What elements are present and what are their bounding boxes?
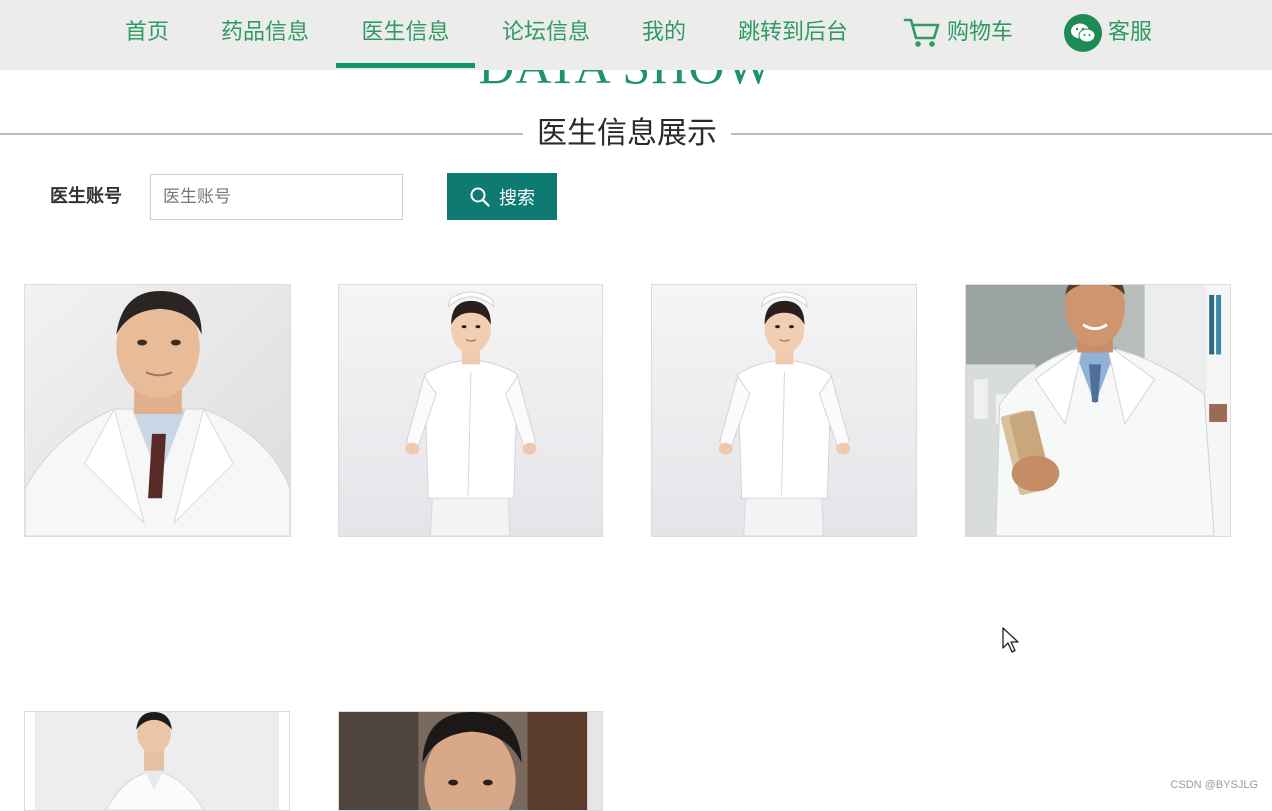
doctor-card[interactable]	[24, 284, 291, 537]
doctor-card[interactable]	[651, 284, 917, 537]
nav-item-label: 跳转到后台	[737, 20, 848, 45]
top-nav: 首页 药品信息 医生信息 论坛信息 我的 跳转到后台 购物车 客服	[0, 0, 1272, 70]
nav-item-forum-info[interactable]: 论坛信息	[495, 0, 597, 66]
nav-item-label: 我的	[641, 20, 686, 45]
nav-item-label: 药品信息	[220, 20, 309, 45]
nav-item-label: 首页	[124, 20, 169, 45]
doctor-card[interactable]	[965, 284, 1231, 537]
search-button[interactable]: 搜索	[447, 173, 557, 220]
doctor-photo	[339, 285, 602, 536]
divider-left	[0, 133, 523, 135]
page-title: 医生信息展示	[537, 116, 717, 151]
nav-item-mine[interactable]: 我的	[635, 0, 693, 66]
doctor-photo	[652, 285, 916, 536]
nav-item-label: 客服	[1107, 20, 1152, 45]
doctor-card[interactable]	[338, 284, 603, 537]
doctor-card[interactable]	[338, 711, 603, 811]
nav-item-doctor-info[interactable]: 医生信息	[336, 0, 475, 68]
nav-item-label: 医生信息	[361, 20, 450, 45]
nav-item-customer-service[interactable]: 客服	[1060, 0, 1156, 66]
search-button-label: 搜索	[499, 187, 535, 209]
cart-icon	[903, 16, 941, 50]
mouse-cursor-icon	[1001, 626, 1021, 654]
doctor-photo	[339, 712, 602, 810]
doctor-photo	[25, 285, 290, 536]
nav-item-admin[interactable]: 跳转到后台	[730, 0, 856, 66]
search-icon	[469, 186, 491, 208]
watermark: CSDN @BYSJLG	[1170, 779, 1258, 791]
wechat-icon	[1063, 14, 1102, 52]
search-label: 医生账号	[50, 186, 122, 207]
nav-item-cart[interactable]: 购物车	[898, 0, 1018, 66]
nav-item-medicine-info[interactable]: 药品信息	[214, 0, 316, 66]
doctor-photo	[25, 712, 289, 810]
divider-right	[731, 133, 1272, 135]
nav-item-label: 购物车	[946, 20, 1013, 45]
doctor-photo	[966, 285, 1230, 536]
doctor-card[interactable]	[24, 711, 290, 811]
doctor-account-input[interactable]	[150, 174, 403, 220]
nav-item-label: 论坛信息	[501, 20, 590, 45]
nav-item-home[interactable]: 首页	[118, 0, 176, 66]
